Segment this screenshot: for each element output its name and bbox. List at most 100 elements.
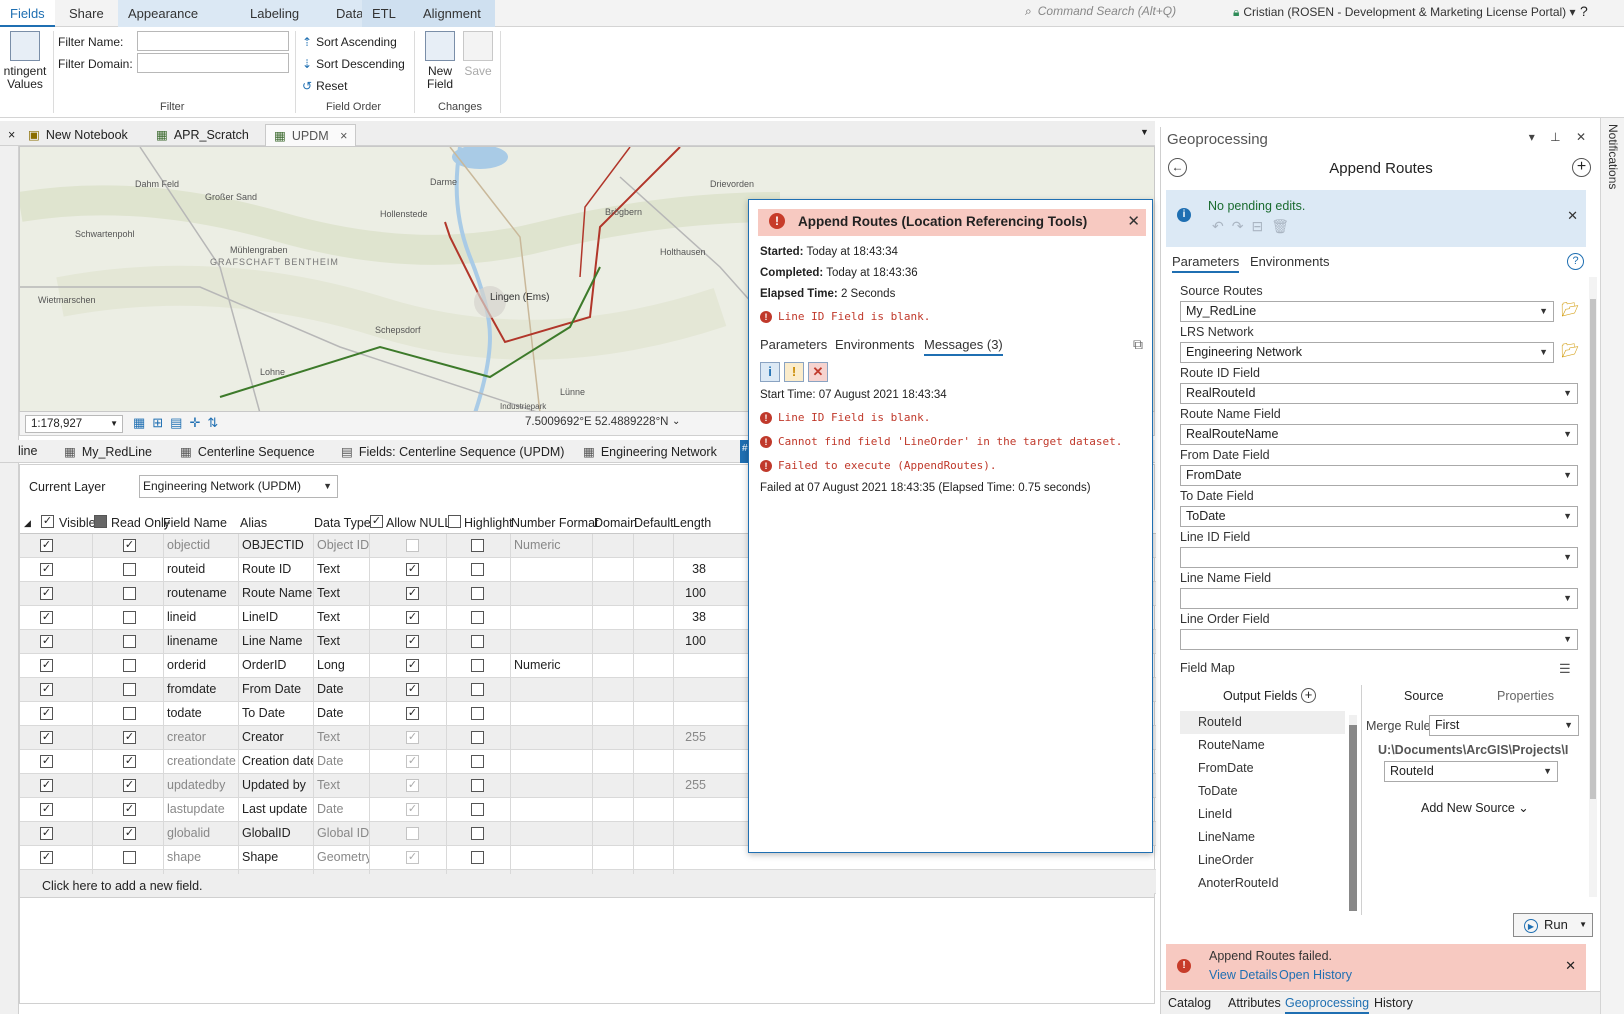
visible-cell[interactable]: ✓ — [20, 582, 92, 605]
tab-catalog[interactable]: Catalog — [1168, 996, 1211, 1010]
tab-fields-centerline[interactable]: ▤ Fields: Centerline Sequence (UPDM) — [341, 444, 564, 459]
popup-tab-messages[interactable]: Messages (3) — [924, 337, 1003, 356]
source-field-select[interactable]: RouteId ▼ — [1384, 761, 1558, 782]
folder-icon[interactable]: 📂︎ — [1561, 342, 1579, 359]
read-only-checkbox[interactable] — [123, 611, 136, 624]
highlight-cell[interactable] — [446, 558, 510, 581]
close-icon[interactable]: ✕ — [1127, 212, 1140, 230]
allow-null-checkbox[interactable]: ✓ — [406, 611, 419, 624]
highlight-checkbox[interactable] — [471, 755, 484, 768]
length-cell[interactable]: 38 — [673, 606, 709, 629]
alias-cell[interactable]: Route ID — [238, 558, 313, 581]
highlight-checkbox[interactable] — [471, 683, 484, 696]
pane-scrollbar[interactable] — [1589, 277, 1597, 897]
read-only-cell[interactable] — [92, 702, 163, 725]
highlight-cell[interactable] — [446, 846, 510, 869]
tab-labeling[interactable]: Labeling — [240, 0, 326, 27]
default-cell[interactable] — [633, 846, 673, 869]
user-account[interactable]: 🔒︎ Cristian (ROSEN - Development & Market… — [1233, 5, 1576, 20]
read-only-cell[interactable]: ✓ — [92, 750, 163, 773]
highlight-cell[interactable] — [446, 606, 510, 629]
read-only-checkbox[interactable]: ✓ — [123, 779, 136, 792]
number-format-cell[interactable] — [510, 822, 592, 845]
merge-rule-select[interactable]: First ▼ — [1429, 715, 1579, 736]
default-cell[interactable] — [633, 726, 673, 749]
allow-null-cell[interactable]: ✓ — [369, 774, 446, 797]
domain-cell[interactable] — [592, 798, 633, 821]
popup-tab-environments[interactable]: Environments — [835, 337, 914, 352]
length-cell[interactable] — [673, 678, 709, 701]
scale-select[interactable]: 1:178,927 ▼ — [25, 415, 123, 433]
allow-null-checkbox[interactable] — [406, 539, 419, 552]
number-format-cell[interactable]: Numeric — [510, 534, 592, 557]
default-cell[interactable] — [633, 558, 673, 581]
number-format-cell[interactable] — [510, 582, 592, 605]
tab-properties[interactable]: Properties — [1497, 689, 1554, 703]
tab-attributes[interactable]: Attributes — [1228, 996, 1281, 1010]
tab-centerline-sequence[interactable]: ▦ Centerline Sequence — [180, 444, 315, 459]
domain-cell[interactable] — [592, 822, 633, 845]
domain-cell[interactable] — [592, 534, 633, 557]
length-cell[interactable] — [673, 846, 709, 869]
domain-cell[interactable] — [592, 558, 633, 581]
header-number-format[interactable]: Number Format — [511, 516, 599, 530]
number-format-cell[interactable] — [510, 846, 592, 869]
default-cell[interactable] — [633, 630, 673, 653]
add-icon[interactable]: + — [1572, 158, 1591, 177]
folder-icon[interactable]: 📂︎ — [1561, 301, 1579, 318]
tab-new-notebook[interactable]: ▣ New Notebook — [20, 124, 136, 146]
visible-cell[interactable]: ✓ — [20, 654, 92, 677]
read-only-cell[interactable] — [92, 678, 163, 701]
number-format-cell[interactable] — [510, 678, 592, 701]
chevron-down-icon[interactable]: ▼ — [1140, 127, 1149, 137]
visible-checkbox[interactable]: ✓ — [40, 851, 53, 864]
open-history-link[interactable]: Open History — [1279, 968, 1352, 982]
allow-null-cell[interactable]: ✓ — [369, 726, 446, 749]
highlight-checkbox[interactable] — [471, 635, 484, 648]
pane-controls[interactable]: ▾ ⊥ ✕ — [1529, 130, 1592, 144]
contingent-values-button[interactable]: ntingent Values — [0, 31, 50, 91]
length-cell[interactable] — [673, 822, 709, 845]
data-type-cell[interactable]: Text — [313, 774, 369, 797]
data-type-cell[interactable]: Text — [313, 606, 369, 629]
output-field-item[interactable]: LineOrder — [1180, 849, 1345, 872]
data-type-cell[interactable]: Text — [313, 726, 369, 749]
output-field-item[interactable]: RouteId — [1180, 711, 1345, 734]
alias-cell[interactable]: GlobalID — [238, 822, 313, 845]
length-cell[interactable]: 255 — [673, 726, 709, 749]
visible-checkbox[interactable]: ✓ — [40, 707, 53, 720]
tab-my-redline[interactable]: ▦ My_RedLine — [64, 444, 152, 459]
domain-cell[interactable] — [592, 846, 633, 869]
alias-cell[interactable]: Route Name — [238, 582, 313, 605]
visible-cell[interactable]: ✓ — [20, 726, 92, 749]
highlight-checkbox[interactable] — [471, 779, 484, 792]
chevron-down-icon[interactable]: ⌄ — [672, 416, 680, 427]
alias-cell[interactable]: To Date — [238, 702, 313, 725]
visible-checkbox[interactable]: ✓ — [40, 755, 53, 768]
read-only-checkbox[interactable] — [123, 563, 136, 576]
highlight-cell[interactable] — [446, 774, 510, 797]
line-order-field-select[interactable]: ▼ — [1180, 629, 1578, 650]
highlight-cell[interactable] — [446, 630, 510, 653]
edit-toolbar-icons[interactable]: ↶↷⊟🗑︎ — [1212, 218, 1297, 235]
allow-null-cell[interactable]: ✓ — [369, 654, 446, 677]
alias-cell[interactable]: OrderID — [238, 654, 313, 677]
current-layer-select[interactable]: Engineering Network (UPDM) ▼ — [139, 475, 338, 498]
visible-checkbox[interactable]: ✓ — [40, 563, 53, 576]
visible-cell[interactable]: ✓ — [20, 606, 92, 629]
copy-icon[interactable]: ⧉ — [1133, 336, 1143, 353]
output-field-item[interactable]: RouteName — [1180, 734, 1345, 757]
add-new-field-row[interactable]: Click here to add a new field. — [20, 874, 1154, 898]
field-name-cell[interactable]: linename — [163, 630, 238, 653]
allow-null-cell[interactable]: ✓ — [369, 750, 446, 773]
visible-checkbox[interactable]: ✓ — [40, 587, 53, 600]
field-name-cell[interactable]: creationdate — [163, 750, 238, 773]
tab-share[interactable]: Share — [59, 0, 114, 27]
scrollbar-thumb[interactable] — [1590, 299, 1596, 799]
allow-null-checkbox[interactable]: ✓ — [406, 587, 419, 600]
tab-etl[interactable]: ETL — [362, 0, 413, 27]
highlight-checkbox[interactable] — [471, 803, 484, 816]
scrollbar-thumb[interactable] — [1349, 725, 1357, 911]
allow-null-checkbox[interactable]: ✓ — [406, 731, 419, 744]
read-only-checkbox[interactable] — [123, 683, 136, 696]
